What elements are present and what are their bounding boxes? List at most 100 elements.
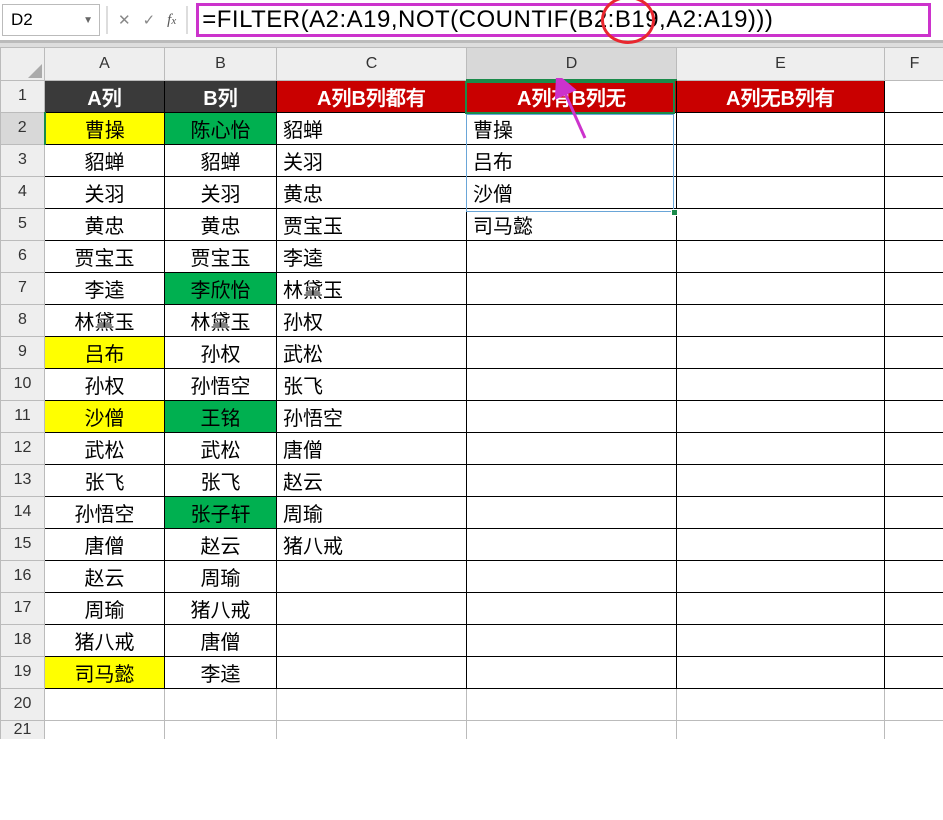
cell[interactable]: 黄忠: [165, 208, 277, 240]
cell[interactable]: [467, 688, 677, 720]
cell[interactable]: 黄忠: [45, 208, 165, 240]
cell[interactable]: 唐僧: [165, 624, 277, 656]
cell[interactable]: A列无B列有: [677, 80, 885, 112]
cell[interactable]: [885, 176, 943, 208]
cancel-icon[interactable]: [118, 11, 131, 29]
cell[interactable]: [885, 560, 943, 592]
row-header[interactable]: 15: [1, 528, 45, 560]
cell[interactable]: 张飞: [165, 464, 277, 496]
cell[interactable]: [165, 688, 277, 720]
row-header[interactable]: 20: [1, 688, 45, 720]
cell[interactable]: [277, 560, 467, 592]
row-header[interactable]: 16: [1, 560, 45, 592]
cell[interactable]: 黄忠: [277, 176, 467, 208]
cell[interactable]: 猪八戒: [45, 624, 165, 656]
cell[interactable]: [467, 720, 677, 739]
cell[interactable]: 王铭: [165, 400, 277, 432]
cell[interactable]: [677, 624, 885, 656]
row-header[interactable]: 1: [1, 80, 45, 112]
enter-icon[interactable]: [143, 11, 156, 29]
cell[interactable]: 孙权: [165, 336, 277, 368]
cell[interactable]: [677, 304, 885, 336]
cell[interactable]: [677, 720, 885, 739]
cell[interactable]: [677, 432, 885, 464]
cell[interactable]: 唐僧: [45, 528, 165, 560]
cell[interactable]: 李欣怡: [165, 272, 277, 304]
cell[interactable]: [677, 144, 885, 176]
cell[interactable]: [885, 272, 943, 304]
cell[interactable]: 周瑜: [165, 560, 277, 592]
cell[interactable]: [467, 624, 677, 656]
row-header[interactable]: 12: [1, 432, 45, 464]
cell[interactable]: A列B列都有: [277, 80, 467, 112]
cell[interactable]: 猪八戒: [277, 528, 467, 560]
cell[interactable]: [885, 688, 943, 720]
row-header[interactable]: 7: [1, 272, 45, 304]
row-header[interactable]: 3: [1, 144, 45, 176]
cell[interactable]: [677, 688, 885, 720]
cell[interactable]: [467, 336, 677, 368]
cell[interactable]: [885, 400, 943, 432]
row-header[interactable]: 13: [1, 464, 45, 496]
cell[interactable]: 司马懿: [467, 208, 677, 240]
cell[interactable]: 赵云: [277, 464, 467, 496]
cell[interactable]: [277, 720, 467, 739]
cell[interactable]: 张飞: [277, 368, 467, 400]
cell[interactable]: A列有B列无: [467, 80, 677, 112]
cell[interactable]: [677, 464, 885, 496]
cell[interactable]: [467, 656, 677, 688]
cell[interactable]: [885, 528, 943, 560]
cell[interactable]: [677, 368, 885, 400]
cell[interactable]: [45, 688, 165, 720]
cell[interactable]: 孙权: [45, 368, 165, 400]
cell[interactable]: [885, 656, 943, 688]
cell[interactable]: [165, 720, 277, 739]
cell[interactable]: [467, 528, 677, 560]
cell[interactable]: 武松: [45, 432, 165, 464]
cell[interactable]: [885, 80, 943, 112]
cell[interactable]: [277, 688, 467, 720]
cell[interactable]: 林黛玉: [277, 272, 467, 304]
cell[interactable]: 唐僧: [277, 432, 467, 464]
cell[interactable]: 吕布: [45, 336, 165, 368]
row-header[interactable]: 14: [1, 496, 45, 528]
cell[interactable]: [677, 336, 885, 368]
col-header-D[interactable]: D: [467, 48, 677, 80]
row-header[interactable]: 10: [1, 368, 45, 400]
row-header[interactable]: 2: [1, 112, 45, 144]
cell[interactable]: [885, 208, 943, 240]
col-header-B[interactable]: B: [165, 48, 277, 80]
cell[interactable]: [277, 624, 467, 656]
row-header[interactable]: 18: [1, 624, 45, 656]
cell[interactable]: [677, 240, 885, 272]
cell[interactable]: 曹操: [45, 112, 165, 144]
cell[interactable]: 陈心怡: [165, 112, 277, 144]
select-all-corner[interactable]: [1, 48, 45, 80]
cell[interactable]: [467, 304, 677, 336]
cell[interactable]: [885, 624, 943, 656]
col-header-A[interactable]: A: [45, 48, 165, 80]
cell[interactable]: 吕布: [467, 144, 677, 176]
row-header[interactable]: 11: [1, 400, 45, 432]
cell[interactable]: [45, 720, 165, 739]
cell[interactable]: 孙权: [277, 304, 467, 336]
cell[interactable]: 张子轩: [165, 496, 277, 528]
cell[interactable]: 貂蝉: [165, 144, 277, 176]
cell[interactable]: [677, 496, 885, 528]
cell[interactable]: [677, 112, 885, 144]
cell[interactable]: 周瑜: [45, 592, 165, 624]
cell[interactable]: 沙僧: [45, 400, 165, 432]
cell[interactable]: [467, 592, 677, 624]
cell[interactable]: [677, 400, 885, 432]
cell[interactable]: 孙悟空: [277, 400, 467, 432]
cell[interactable]: 孙悟空: [165, 368, 277, 400]
cell[interactable]: [885, 368, 943, 400]
col-header-E[interactable]: E: [677, 48, 885, 80]
cell[interactable]: A列: [45, 80, 165, 112]
cell[interactable]: [467, 272, 677, 304]
name-box[interactable]: D2 ▼: [2, 4, 100, 36]
row-header[interactable]: 9: [1, 336, 45, 368]
cell[interactable]: [467, 496, 677, 528]
row-header[interactable]: 6: [1, 240, 45, 272]
cell[interactable]: [677, 560, 885, 592]
